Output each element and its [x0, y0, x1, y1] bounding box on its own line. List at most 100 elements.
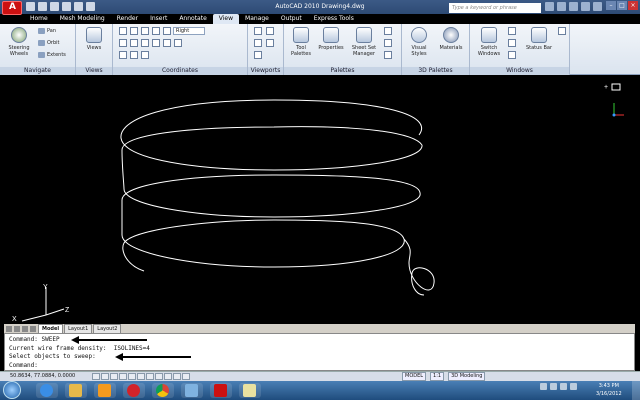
tab-model[interactable]: Model [38, 323, 64, 334]
favorites-icon[interactable] [581, 2, 590, 11]
navbar-plus[interactable]: + [604, 84, 608, 91]
qp-toggle-icon[interactable] [182, 373, 190, 380]
properties-button[interactable]: Properties [316, 27, 346, 51]
ucs-view-icon[interactable] [119, 39, 127, 47]
minimize-icon[interactable]: – [606, 1, 616, 10]
first-tab-icon[interactable] [6, 325, 12, 332]
tab-home[interactable]: Home [24, 14, 54, 24]
tool-palettes-button[interactable]: Tool Palettes [286, 27, 316, 57]
palette-small-2-icon[interactable] [384, 39, 392, 47]
views-button[interactable]: Views [80, 27, 108, 51]
ucs-y-icon[interactable] [174, 39, 182, 47]
ucs-face-icon[interactable] [152, 27, 160, 35]
tab-insert[interactable]: Insert [144, 14, 173, 24]
search-icon[interactable] [545, 2, 554, 11]
extents-button[interactable]: Extents [38, 52, 66, 58]
workspace-switch-button[interactable]: 3D Modeling [448, 372, 486, 381]
close-icon[interactable]: × [628, 1, 638, 10]
command-prompt[interactable]: Command: [9, 362, 630, 371]
next-tab-icon[interactable] [22, 325, 28, 332]
ucs-z-icon[interactable] [119, 51, 127, 59]
opera-taskbar-item[interactable] [123, 383, 145, 398]
annotation-scale-button[interactable]: 1:1 [430, 372, 445, 381]
sheet-set-manager-button[interactable]: Sheet Set Manager [348, 27, 380, 57]
media-player-taskbar-item[interactable] [94, 383, 116, 398]
help-icon[interactable] [593, 2, 602, 11]
coordinate-display[interactable]: 50.8634, 77.0884, 0.0000 [10, 372, 75, 381]
polar-toggle-icon[interactable] [119, 373, 127, 380]
tab-output[interactable]: Output [275, 14, 308, 24]
autocad-taskbar-item[interactable] [210, 383, 232, 398]
ortho-toggle-icon[interactable] [110, 373, 118, 380]
tab-view[interactable]: View [212, 14, 240, 24]
materials-button[interactable]: Materials [436, 27, 466, 51]
tile-horizontal-icon[interactable] [508, 27, 516, 35]
status-bar-button[interactable]: Status Bar [524, 27, 554, 51]
tray-volume-icon[interactable] [560, 383, 567, 390]
viewport-join-icon[interactable] [254, 39, 262, 47]
profile-circle[interactable] [403, 238, 435, 296]
helix-turn-3-back[interactable] [122, 219, 405, 272]
helix-turn-3[interactable] [121, 174, 421, 268]
viewport-restore-icon[interactable] [254, 51, 262, 59]
ucs-world-icon[interactable] [130, 27, 138, 35]
pan-button[interactable]: Pan [38, 28, 56, 34]
ucs-apply-icon[interactable] [130, 51, 138, 59]
ucs-settings-icon[interactable] [141, 51, 149, 59]
model-space-button[interactable]: MODEL [402, 372, 427, 381]
3dosnap-toggle-icon[interactable] [137, 373, 145, 380]
viewport-config-icon[interactable] [254, 27, 262, 35]
search-input[interactable]: Type a keyword or phrase [449, 3, 541, 13]
ribbon-options-icon[interactable] [558, 27, 566, 35]
ucs-x-icon[interactable] [163, 39, 171, 47]
tab-layout2[interactable]: Layout2 [93, 323, 122, 334]
subscription-icon[interactable] [557, 2, 566, 11]
orbit-button[interactable]: Orbit [38, 40, 60, 46]
dyn-toggle-icon[interactable] [164, 373, 172, 380]
viewcube-compass-icon[interactable]: + [602, 83, 626, 123]
last-tab-icon[interactable] [30, 325, 36, 332]
tab-manage[interactable]: Manage [239, 14, 275, 24]
ucs-zaxis-icon[interactable] [141, 39, 149, 47]
ucs-origin-icon[interactable] [130, 39, 138, 47]
help-taskbar-item[interactable] [239, 383, 261, 398]
maximize-icon[interactable]: □ [617, 1, 627, 10]
prev-tab-icon[interactable] [14, 325, 20, 332]
steering-wheels-button[interactable]: Steering Wheels [4, 27, 34, 57]
helix-turn-1[interactable] [120, 99, 423, 171]
grid-toggle-icon[interactable] [101, 373, 109, 380]
show-desktop-button[interactable] [632, 381, 640, 400]
tray-network-icon[interactable] [550, 383, 557, 390]
ucs-named-dropdown[interactable]: Right [173, 27, 205, 35]
explorer-taskbar-item[interactable] [65, 383, 87, 398]
ucs-3point-icon[interactable] [152, 39, 160, 47]
command-line[interactable]: Command: SWEEP Current wire frame densit… [4, 333, 635, 371]
viewport-clip-icon[interactable] [266, 39, 274, 47]
ducs-toggle-icon[interactable] [155, 373, 163, 380]
communication-icon[interactable] [569, 2, 578, 11]
ucs-object-icon[interactable] [163, 27, 171, 35]
snap-toggle-icon[interactable] [92, 373, 100, 380]
snipping-taskbar-item[interactable] [181, 383, 203, 398]
helix-turn-2[interactable] [121, 126, 423, 218]
tab-layout1[interactable]: Layout1 [64, 323, 93, 334]
drawing-viewport[interactable]: Y X Z + [4, 75, 635, 324]
palette-small-1-icon[interactable] [384, 27, 392, 35]
helix-drawing[interactable] [4, 75, 635, 324]
osnap-toggle-icon[interactable] [128, 373, 136, 380]
cascade-icon[interactable] [508, 51, 516, 59]
lwt-toggle-icon[interactable] [173, 373, 181, 380]
palette-small-3-icon[interactable] [384, 51, 392, 59]
visual-styles-button[interactable]: Visual Styles [404, 27, 434, 57]
ucs-icon[interactable] [119, 27, 127, 35]
ucs-previous-icon[interactable] [141, 27, 149, 35]
ie-taskbar-item[interactable] [36, 383, 58, 398]
tray-flag-icon[interactable] [540, 383, 547, 390]
tab-mesh-modeling[interactable]: Mesh Modeling [54, 14, 111, 24]
tab-render[interactable]: Render [111, 14, 144, 24]
switch-windows-button[interactable]: Switch Windows [474, 27, 504, 57]
viewport-named-icon[interactable] [266, 27, 274, 35]
start-button[interactable] [3, 381, 21, 399]
tile-vertical-icon[interactable] [508, 39, 516, 47]
taskbar-clock[interactable]: 3:43 PM 3/16/2012 [596, 382, 622, 398]
